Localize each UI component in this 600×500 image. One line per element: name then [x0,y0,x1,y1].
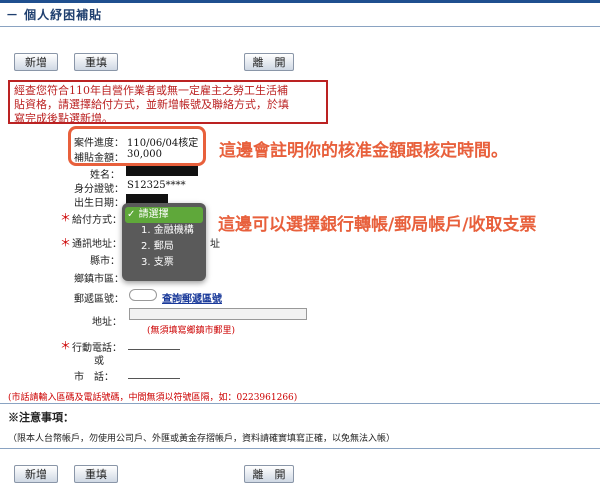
dropdown-option-check[interactable]: 3. 支票 [125,255,203,271]
dropdown-selected-option[interactable]: ✓ 請選擇 [125,207,203,223]
dropdown-option-post[interactable]: 2. 郵局 [125,239,203,255]
phone-input[interactable] [128,368,180,379]
payment-label: 給付方式： [72,215,122,226]
phone-hint: (市話請輸入區碼及電話號碼，中間無須以符號區隔，如：0223961266) [8,393,298,403]
reset-button[interactable]: 重填 [74,53,118,71]
reset-button-bottom[interactable]: 重填 [74,465,118,483]
notes-text: （限本人台幣帳戶，勿使用公司戶、外匯或黃金存摺帳戶，資料請確實填寫正確，以免無法… [8,434,396,444]
page-title: － 個人紓困補貼 [6,8,103,22]
birth-label: 出生日期： [74,198,124,209]
notice-line-3: 寫完成後點選新增。 [14,112,113,125]
zip-lookup-link[interactable]: 查詢郵遞區號 [162,290,222,305]
payment-method-dropdown[interactable]: ✓ 請選擇 1. 金融機構 2. 郵局 3. 支票 [122,203,206,281]
address-hint: (無須填寫鄉鎮市郵里) [147,326,236,336]
address-suffix: 址 [210,239,220,250]
add-button[interactable]: 新增 [14,53,58,71]
addr-label: 地址： [92,317,122,328]
notice-line-2: 貼資格，請選擇給付方式，並新增帳號及聯絡方式，於填 [14,98,289,111]
notice-line-1: 經查您符合110年自營作業者或無一定雇主之勞工生活補 [14,84,288,97]
zip-label: 郵遞區號： [74,294,124,305]
county-label: 縣市： [90,256,120,267]
dropdown-selected-label: 請選擇 [138,209,169,220]
id-label: 身分證號： [74,184,124,195]
required-mark: ＊ [60,339,71,352]
town-label: 鄉鎮市區： [74,274,124,285]
address-label: 通訊地址： [72,239,122,250]
name-label: 姓名： [90,170,120,181]
leave-button-bottom[interactable]: 離 開 [244,465,294,483]
id-value: S12325**** [127,180,186,191]
required-mark: ＊ [60,211,71,224]
eligibility-notice: 經查您符合110年自營作業者或無一定雇主之勞工生活補 貼資格，請選擇給付方式，並… [8,80,328,125]
add-button-bottom[interactable]: 新增 [14,465,58,483]
approval-annotation: 這邊會註明你的核准金額跟核定時間。 [219,141,508,161]
progress-label: 案件進度： [74,138,124,149]
leave-button[interactable]: 離 開 [244,53,294,71]
top-border [0,0,600,3]
progress-value: 110/06/04核定 [127,138,199,149]
notes-title: ※注意事項： [8,411,74,424]
notes-divider-bottom [0,448,600,449]
check-icon: ✓ [127,209,136,220]
or-label: 或 [94,356,104,367]
payment-annotation: 這邊可以選擇銀行轉帳/郵局帳戶/收取支票 [218,215,537,235]
address-input[interactable] [129,308,307,320]
mobile-input[interactable] [128,339,180,350]
amount-label: 補貼金額： [74,153,124,164]
title-divider [0,26,600,27]
notes-divider-top [0,403,600,404]
zip-input[interactable] [129,289,157,301]
amount-value: 30,000 [127,149,162,160]
dropdown-option-bank[interactable]: 1. 金融機構 [125,223,203,239]
name-redacted [126,166,198,176]
phone-label: 市 話： [74,372,114,383]
required-mark: ＊ [60,236,71,249]
